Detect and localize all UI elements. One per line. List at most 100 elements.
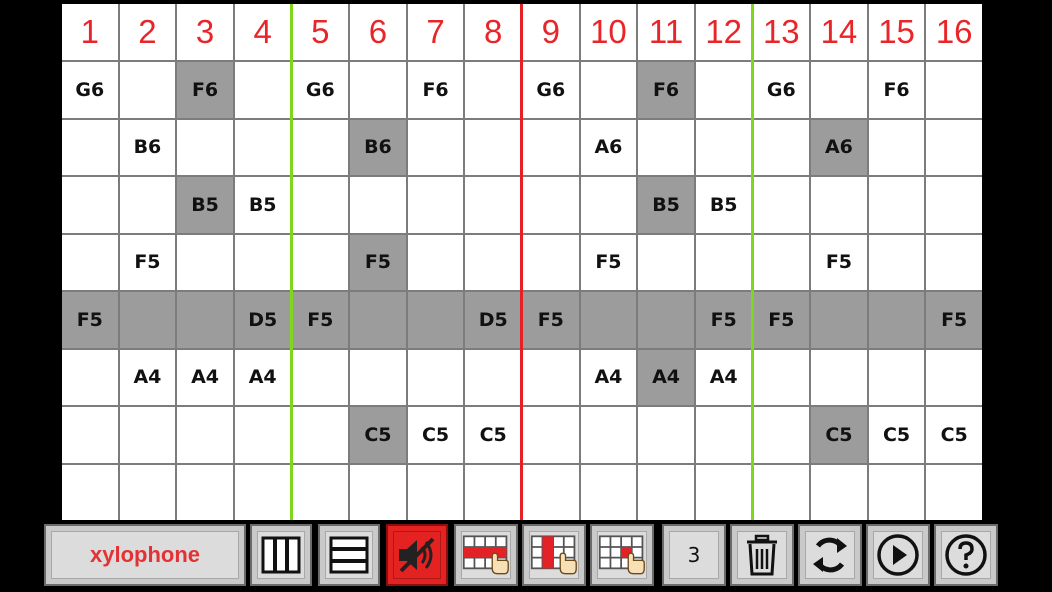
note-cell-r3-c1[interactable] bbox=[62, 177, 118, 233]
note-cell-r4-c6[interactable]: F5 bbox=[350, 234, 406, 290]
note-cell-r8-c4[interactable] bbox=[234, 464, 291, 520]
note-cell-r2-c11[interactable] bbox=[638, 119, 694, 175]
note-cell-r8-c13[interactable] bbox=[753, 464, 810, 520]
note-cell-r7-c9[interactable] bbox=[523, 407, 579, 463]
note-cell-r6-c11[interactable]: A4 bbox=[638, 349, 694, 405]
note-cell-r1-c15[interactable]: F6 bbox=[868, 62, 925, 118]
note-cell-r6-c1[interactable] bbox=[62, 349, 118, 405]
note-cell-r5-c5[interactable]: F5 bbox=[292, 292, 349, 348]
note-cell-r6-c7[interactable] bbox=[407, 349, 464, 405]
note-cell-r2-c16[interactable] bbox=[926, 119, 982, 175]
note-cell-r5-c9[interactable]: F5 bbox=[523, 292, 579, 348]
note-cell-r1-c12[interactable] bbox=[695, 62, 752, 118]
note-cell-r6-c6[interactable] bbox=[350, 349, 406, 405]
note-cell-r5-c12[interactable]: F5 bbox=[695, 292, 752, 348]
note-cell-r1-c5[interactable]: G6 bbox=[292, 62, 349, 118]
note-cell-r7-c5[interactable] bbox=[292, 407, 349, 463]
note-cell-r7-c2[interactable] bbox=[119, 407, 176, 463]
note-cell-r7-c13[interactable] bbox=[753, 407, 810, 463]
note-cell-r2-c14[interactable]: A6 bbox=[811, 119, 867, 175]
note-cell-r3-c8[interactable] bbox=[465, 177, 521, 233]
note-cell-r2-c2[interactable]: B6 bbox=[119, 119, 176, 175]
note-cell-r4-c5[interactable] bbox=[292, 234, 349, 290]
note-cell-r1-c11[interactable]: F6 bbox=[638, 62, 694, 118]
note-cell-r5-c4[interactable]: D5 bbox=[234, 292, 291, 348]
note-cell-r3-c11[interactable]: B5 bbox=[638, 177, 694, 233]
instrument-selector-button[interactable]: xylophone bbox=[44, 524, 246, 586]
note-cell-r1-c10[interactable] bbox=[580, 62, 637, 118]
note-cell-r8-c7[interactable] bbox=[407, 464, 464, 520]
note-cell-r1-c6[interactable] bbox=[350, 62, 406, 118]
note-cell-r2-c3[interactable] bbox=[177, 119, 233, 175]
note-cell-r7-c11[interactable] bbox=[638, 407, 694, 463]
note-cell-r8-c9[interactable] bbox=[523, 464, 579, 520]
note-cell-r2-c6[interactable]: B6 bbox=[350, 119, 406, 175]
note-cell-r1-c14[interactable] bbox=[811, 62, 867, 118]
note-cell-r8-c10[interactable] bbox=[580, 464, 637, 520]
note-cell-r1-c7[interactable]: F6 bbox=[407, 62, 464, 118]
note-cell-r4-c15[interactable] bbox=[868, 234, 925, 290]
note-cell-r2-c7[interactable] bbox=[407, 119, 464, 175]
page-count-button[interactable]: 3 bbox=[662, 524, 726, 586]
mute-button[interactable] bbox=[386, 524, 448, 586]
note-cell-r4-c9[interactable] bbox=[523, 234, 579, 290]
note-cell-r4-c16[interactable] bbox=[926, 234, 982, 290]
note-cell-r2-c5[interactable] bbox=[292, 119, 349, 175]
note-cell-r5-c1[interactable]: F5 bbox=[62, 292, 118, 348]
pattern-button-3[interactable] bbox=[590, 524, 654, 586]
note-cell-r5-c14[interactable] bbox=[811, 292, 867, 348]
note-cell-r5-c2[interactable] bbox=[119, 292, 176, 348]
note-cell-r3-c6[interactable] bbox=[350, 177, 406, 233]
note-cell-r8-c12[interactable] bbox=[695, 464, 752, 520]
note-cell-r6-c8[interactable] bbox=[465, 349, 521, 405]
note-cell-r3-c13[interactable] bbox=[753, 177, 810, 233]
note-cell-r4-c11[interactable] bbox=[638, 234, 694, 290]
note-cell-r2-c15[interactable] bbox=[868, 119, 925, 175]
note-cell-r7-c12[interactable] bbox=[695, 407, 752, 463]
note-cell-r7-c15[interactable]: C5 bbox=[868, 407, 925, 463]
note-cell-r6-c16[interactable] bbox=[926, 349, 982, 405]
column-view-button[interactable] bbox=[250, 524, 312, 586]
note-cell-r3-c2[interactable] bbox=[119, 177, 176, 233]
note-cell-r2-c10[interactable]: A6 bbox=[580, 119, 637, 175]
note-cell-r6-c4[interactable]: A4 bbox=[234, 349, 291, 405]
row-view-button[interactable] bbox=[318, 524, 380, 586]
note-cell-r5-c11[interactable] bbox=[638, 292, 694, 348]
note-cell-r6-c3[interactable]: A4 bbox=[177, 349, 233, 405]
note-cell-r6-c9[interactable] bbox=[523, 349, 579, 405]
note-cell-r4-c7[interactable] bbox=[407, 234, 464, 290]
note-cell-r3-c10[interactable] bbox=[580, 177, 637, 233]
note-cell-r5-c16[interactable]: F5 bbox=[926, 292, 982, 348]
note-cell-r5-c7[interactable] bbox=[407, 292, 464, 348]
note-cell-r8-c11[interactable] bbox=[638, 464, 694, 520]
repeat-button[interactable] bbox=[798, 524, 862, 586]
note-cell-r1-c13[interactable]: G6 bbox=[753, 62, 810, 118]
note-cell-r6-c13[interactable] bbox=[753, 349, 810, 405]
note-cell-r5-c8[interactable]: D5 bbox=[465, 292, 521, 348]
note-cell-r8-c15[interactable] bbox=[868, 464, 925, 520]
note-cell-r6-c10[interactable]: A4 bbox=[580, 349, 637, 405]
note-cell-r8-c2[interactable] bbox=[119, 464, 176, 520]
pattern-button-1[interactable] bbox=[454, 524, 518, 586]
note-cell-r8-c14[interactable] bbox=[811, 464, 867, 520]
note-cell-r4-c13[interactable] bbox=[753, 234, 810, 290]
note-cell-r6-c15[interactable] bbox=[868, 349, 925, 405]
note-cell-r2-c4[interactable] bbox=[234, 119, 291, 175]
note-cell-r5-c10[interactable] bbox=[580, 292, 637, 348]
note-cell-r7-c4[interactable] bbox=[234, 407, 291, 463]
note-cell-r7-c14[interactable]: C5 bbox=[811, 407, 867, 463]
note-cell-r1-c4[interactable] bbox=[234, 62, 291, 118]
delete-button[interactable] bbox=[730, 524, 794, 586]
note-cell-r7-c6[interactable]: C5 bbox=[350, 407, 406, 463]
note-cell-r7-c1[interactable] bbox=[62, 407, 118, 463]
note-cell-r1-c16[interactable] bbox=[926, 62, 982, 118]
pattern-button-2[interactable] bbox=[522, 524, 586, 586]
play-button[interactable] bbox=[866, 524, 930, 586]
note-cell-r1-c8[interactable] bbox=[465, 62, 521, 118]
note-cell-r2-c1[interactable] bbox=[62, 119, 118, 175]
note-cell-r3-c16[interactable] bbox=[926, 177, 982, 233]
note-cell-r4-c4[interactable] bbox=[234, 234, 291, 290]
note-cell-r2-c12[interactable] bbox=[695, 119, 752, 175]
note-cell-r5-c3[interactable] bbox=[177, 292, 233, 348]
note-cell-r6-c12[interactable]: A4 bbox=[695, 349, 752, 405]
